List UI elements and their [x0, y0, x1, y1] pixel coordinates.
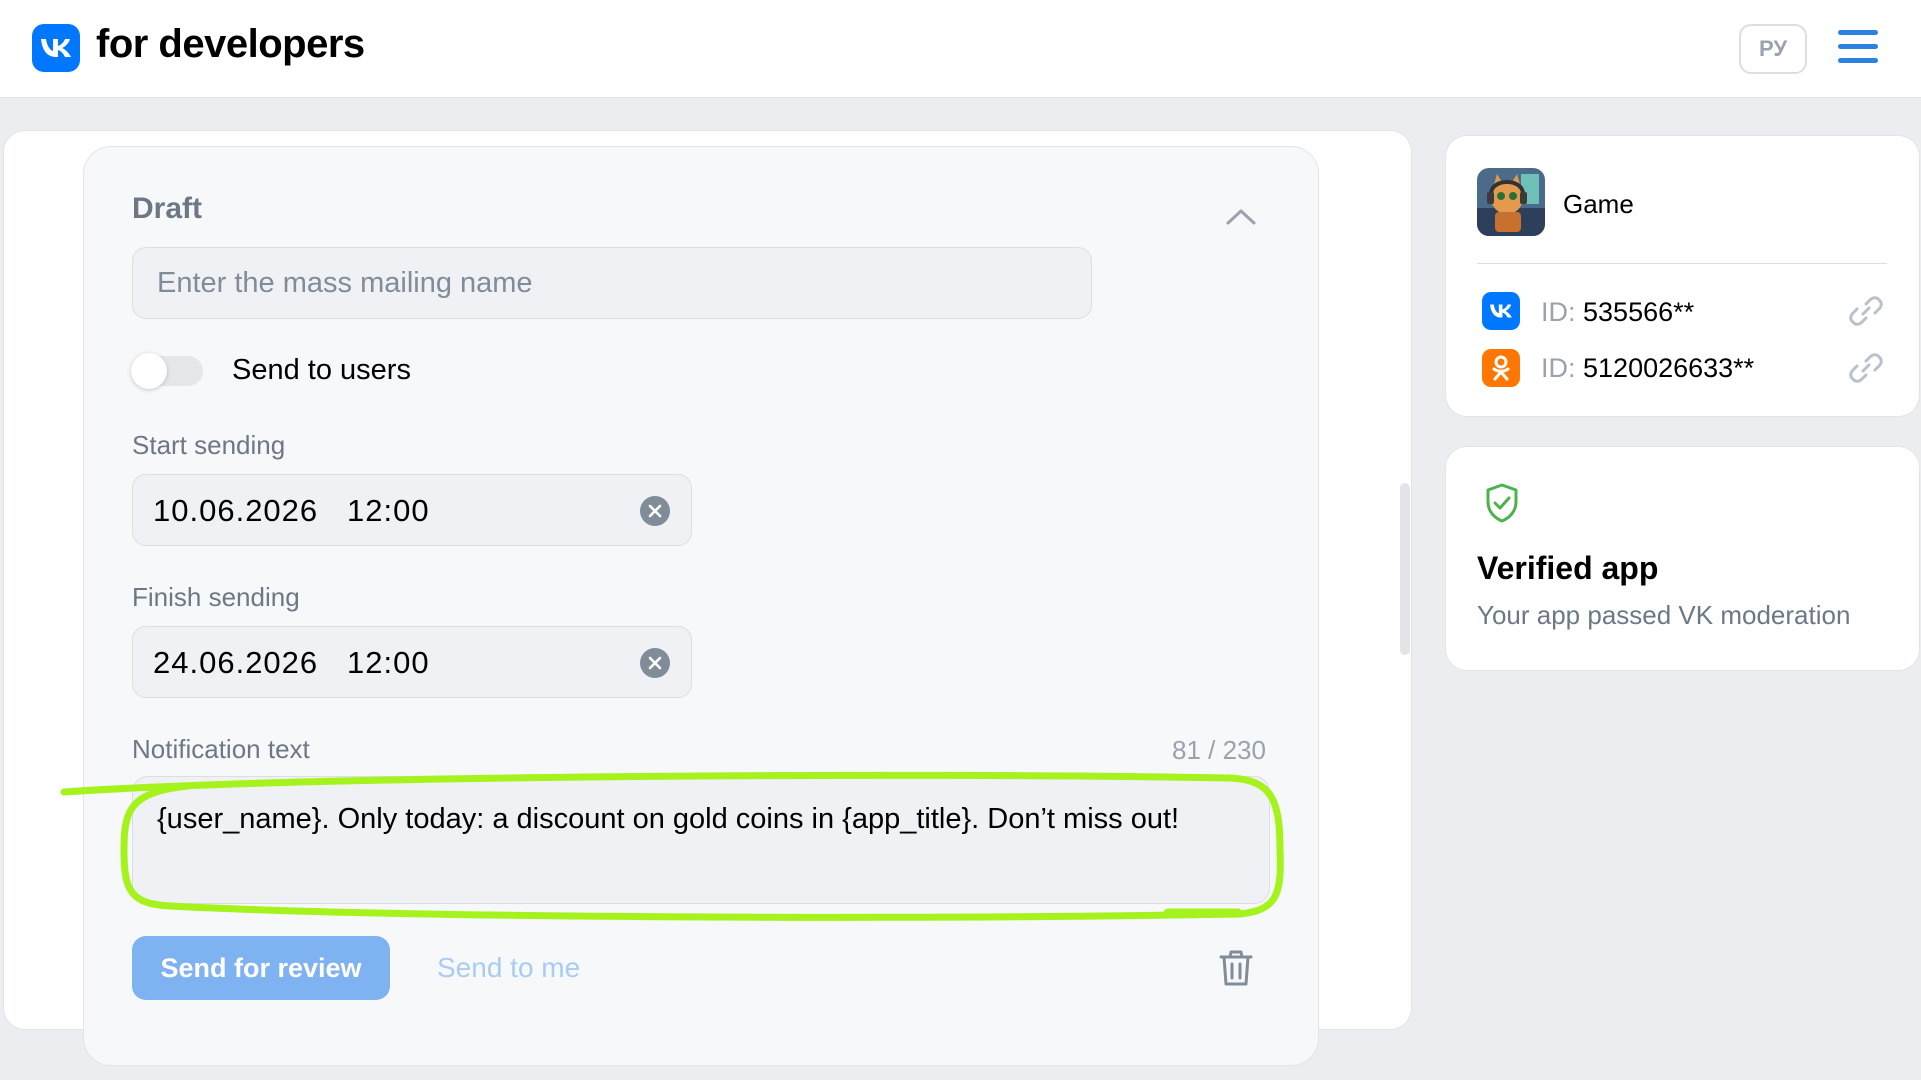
divider: [1477, 263, 1887, 264]
send-to-users-label: Send to users: [232, 354, 411, 386]
language-button[interactable]: РУ: [1739, 24, 1807, 74]
send-for-review-button[interactable]: Send for review: [132, 936, 390, 1000]
top-header: for developers РУ: [0, 0, 1921, 98]
ok-id-value: 5120026633**: [1583, 353, 1755, 383]
app-name: Game: [1563, 189, 1634, 219]
vk-id-value: 535566**: [1583, 297, 1695, 327]
chevron-up-icon[interactable]: [1224, 205, 1258, 227]
scrollbar-thumb[interactable]: [1400, 483, 1410, 655]
vk-icon: [1482, 292, 1520, 330]
finish-date-value: 24.06.2026 12:00: [153, 645, 430, 680]
notification-textarea[interactable]: {user_name}. Only today: a discount on g…: [132, 776, 1270, 904]
mailing-name-input[interactable]: [132, 247, 1092, 319]
start-date-field[interactable]: 10.06.2026 12:00: [132, 474, 692, 546]
clear-start-icon[interactable]: [640, 496, 670, 526]
vk-logo-icon[interactable]: [32, 24, 80, 72]
vk-id-text: ID: 535566**: [1541, 297, 1694, 328]
vk-id-prefix: ID:: [1541, 297, 1584, 327]
brand-title: for developers: [96, 22, 365, 66]
draft-title: Draft: [132, 192, 203, 225]
clear-finish-icon[interactable]: [640, 648, 670, 678]
ok-id-text: ID: 5120026633**: [1541, 353, 1754, 384]
send-to-me-button[interactable]: Send to me: [437, 952, 580, 984]
hamburger-menu-icon[interactable]: [1838, 30, 1878, 66]
trash-icon[interactable]: [1218, 948, 1254, 988]
copy-link-icon[interactable]: [1849, 351, 1883, 385]
start-sending-label: Start sending: [132, 430, 286, 460]
notification-text-label: Notification text: [132, 734, 310, 764]
start-date-value: 10.06.2026 12:00: [153, 493, 430, 528]
ok-id-prefix: ID:: [1541, 353, 1584, 383]
shield-check-icon: [1484, 482, 1520, 524]
verified-title: Verified app: [1477, 550, 1659, 586]
verified-subtitle: Your app passed VK moderation: [1477, 600, 1851, 630]
character-counter: 81 / 230: [1172, 735, 1266, 765]
ok-icon: [1482, 349, 1520, 387]
send-to-users-toggle[interactable]: [131, 353, 203, 389]
copy-link-icon[interactable]: [1849, 294, 1883, 328]
finish-sending-label: Finish sending: [132, 582, 300, 612]
finish-date-field[interactable]: 24.06.2026 12:00: [132, 626, 692, 698]
toggle-knob: [131, 353, 167, 389]
game-avatar: [1477, 168, 1545, 236]
